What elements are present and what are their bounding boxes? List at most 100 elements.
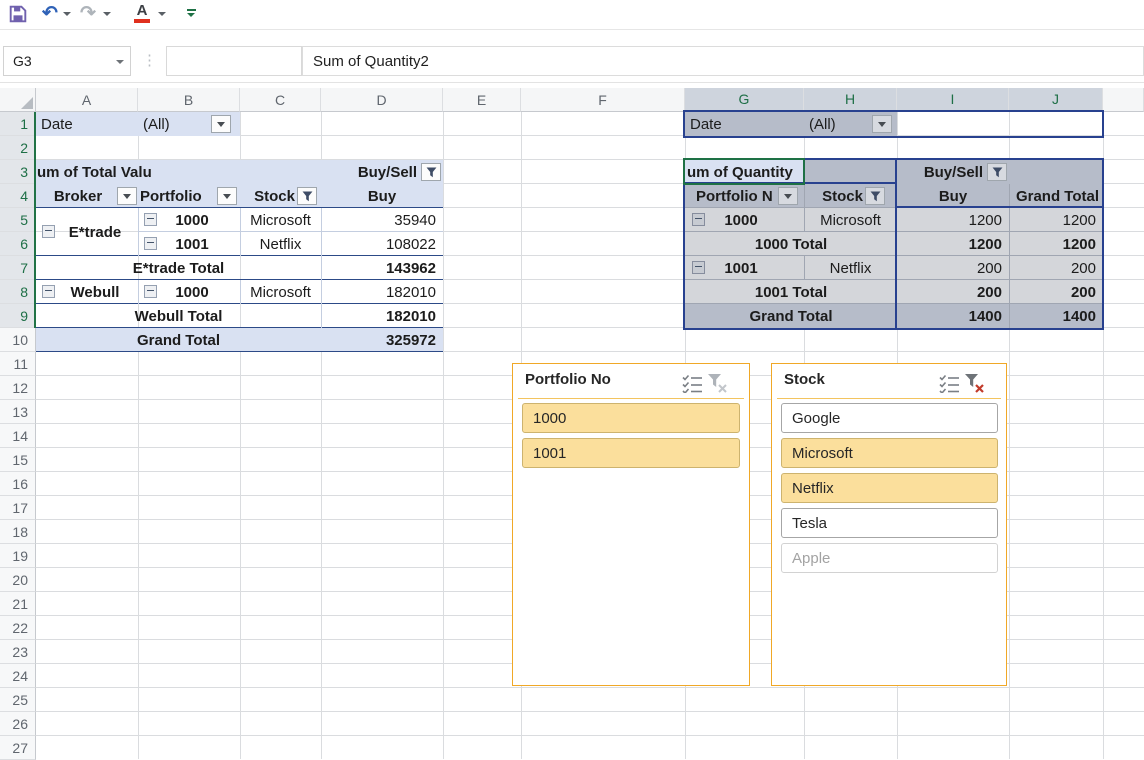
row-header-4[interactable]: 4 (0, 184, 36, 208)
slicer-item-microsoft[interactable]: Microsoft (781, 438, 998, 468)
row-header-11[interactable]: 11 (0, 352, 36, 376)
header-stock-right[interactable]: Stock (800, 184, 864, 208)
cell-grand-1200[interactable]: 1200 (1009, 208, 1103, 232)
clear-filter-button-enabled[interactable] (962, 372, 987, 394)
font-color-dropdown-chevron-icon[interactable] (158, 12, 166, 16)
cell-1001-total-label[interactable]: 1001 Total (685, 280, 897, 304)
header-buy[interactable]: Buy (321, 184, 443, 208)
cell-stock-microsoft-right[interactable]: Microsoft (804, 208, 897, 232)
column-header-H[interactable]: H (804, 88, 897, 112)
header-buy-right[interactable]: Buy (897, 184, 1009, 208)
row-header-27[interactable]: 27 (0, 736, 36, 760)
clear-filter-button-disabled[interactable] (705, 372, 730, 394)
row-header-8[interactable]: 8 (0, 280, 36, 304)
row-header-9[interactable]: 9 (0, 304, 36, 328)
cell-1000-total-buy[interactable]: 1200 (897, 232, 1009, 256)
row-header-24[interactable]: 24 (0, 664, 36, 688)
redo-dropdown-chevron-icon[interactable] (103, 12, 111, 16)
date-filter-dropdown-button-right[interactable] (872, 115, 892, 133)
cell-buy-182010[interactable]: 182010 (321, 280, 443, 304)
row-header-19[interactable]: 19 (0, 544, 36, 568)
column-header-D[interactable]: D (321, 88, 443, 112)
cell-grand-total-grand[interactable]: 1400 (1009, 304, 1103, 328)
header-broker[interactable]: Broker (40, 184, 116, 208)
row-header-20[interactable]: 20 (0, 568, 36, 592)
row-header-21[interactable]: 21 (0, 592, 36, 616)
cell-stock-microsoft[interactable]: Microsoft (240, 208, 321, 232)
cell-portfolio-1001[interactable]: 1001 (152, 232, 232, 256)
row-header-23[interactable]: 23 (0, 640, 36, 664)
cell-stock-netflix-right[interactable]: Netflix (804, 256, 897, 280)
undo-button[interactable]: ↶ (40, 1, 60, 25)
cell-portfolio-1000[interactable]: 1000 (152, 208, 232, 232)
header-grand-total[interactable]: Grand Total (1009, 184, 1103, 208)
name-box-dropdown-icon[interactable] (116, 60, 124, 64)
row-header-7[interactable]: 7 (0, 256, 36, 280)
slicer-item-1000[interactable]: 1000 (522, 403, 740, 433)
cell-broker-webull[interactable]: Webull (55, 280, 135, 304)
cell-a1-filter-label[interactable]: Date (36, 112, 136, 136)
column-header-C[interactable]: C (240, 88, 321, 112)
column-header-partial[interactable] (1103, 88, 1144, 112)
date-filter-dropdown-button[interactable] (211, 115, 231, 133)
column-header-E[interactable]: E (443, 88, 521, 112)
cell-b1-filter-value[interactable]: (All) (138, 112, 208, 136)
cell-i3-buysell[interactable]: Buy/Sell (897, 160, 985, 184)
slicer-item-netflix[interactable]: Netflix (781, 473, 998, 503)
cell-broker-etrade[interactable]: E*trade (55, 208, 135, 256)
cell-a3-pivot-title[interactable]: um of Total Valu (36, 160, 316, 184)
save-button[interactable] (8, 4, 28, 24)
multi-select-button[interactable] (679, 372, 704, 394)
row-header-26[interactable]: 26 (0, 712, 36, 736)
cell-stock-netflix[interactable]: Netflix (240, 232, 321, 256)
column-header-B[interactable]: B (138, 88, 240, 112)
row-header-17[interactable]: 17 (0, 496, 36, 520)
multi-select-button-stock[interactable] (936, 372, 961, 394)
cell-buy-1200[interactable]: 1200 (897, 208, 1009, 232)
collapse-1000-button-right[interactable] (692, 213, 705, 226)
cell-portfolio-1000-right[interactable]: 1000 (702, 208, 780, 232)
stock-filter-button[interactable] (297, 187, 317, 205)
cell-grand-total-buy[interactable]: 1400 (897, 304, 1009, 328)
cell-etrade-total-value[interactable]: 143962 (321, 256, 443, 280)
row-header-5[interactable]: 5 (0, 208, 36, 232)
customize-qat-button[interactable] (184, 5, 198, 21)
redo-button[interactable]: ↷ (78, 1, 98, 25)
row-header-15[interactable]: 15 (0, 448, 36, 472)
cell-grand-total-label[interactable]: Grand Total (36, 328, 321, 352)
slicer-item-apple[interactable]: Apple (781, 543, 998, 573)
row-header-22[interactable]: 22 (0, 616, 36, 640)
buysell-filter-button[interactable] (421, 163, 441, 181)
collapse-1000-button[interactable] (144, 213, 157, 226)
slicer-item-1001[interactable]: 1001 (522, 438, 740, 468)
cell-grand-200[interactable]: 200 (1009, 256, 1103, 280)
cell-etrade-total-label[interactable]: E*trade Total (36, 256, 321, 280)
row-header-10[interactable]: 10 (0, 328, 36, 352)
cell-1001-total-buy[interactable]: 200 (897, 280, 1009, 304)
column-header-F[interactable]: F (521, 88, 685, 112)
row-header-16[interactable]: 16 (0, 472, 36, 496)
collapse-webull-1000-button[interactable] (144, 285, 157, 298)
column-header-I[interactable]: I (897, 88, 1009, 112)
select-all-button[interactable] (0, 88, 36, 112)
column-header-A[interactable]: A (36, 88, 138, 112)
name-box[interactable]: G3 (3, 46, 131, 76)
row-header-14[interactable]: 14 (0, 424, 36, 448)
cell-1001-total-grand[interactable]: 200 (1009, 280, 1103, 304)
cell-grand-total-value[interactable]: 325972 (321, 328, 443, 352)
cell-webull-total-value[interactable]: 182010 (321, 304, 443, 328)
cell-webull-total-label[interactable]: Webull Total (36, 304, 321, 328)
stock-filter-button-right[interactable] (865, 187, 885, 205)
header-portfolio[interactable]: Portfolio (138, 184, 216, 208)
cell-h1-filter-value[interactable]: (All) (804, 112, 868, 136)
undo-dropdown-chevron-icon[interactable] (63, 12, 71, 16)
cell-1000-total-label[interactable]: 1000 Total (685, 232, 897, 256)
cell-g3-pivot-title[interactable]: um of Quantity (685, 160, 803, 184)
cell-d3-buysell[interactable]: Buy/Sell (321, 160, 419, 184)
portfolio-no-dropdown-button[interactable] (778, 187, 798, 205)
header-stock[interactable]: Stock (240, 184, 296, 208)
cell-portfolio-1000-webull[interactable]: 1000 (152, 280, 232, 304)
collapse-1001-button-right[interactable] (692, 261, 705, 274)
cell-buy-200[interactable]: 200 (897, 256, 1009, 280)
more-options-icon[interactable]: ⋮ (142, 48, 154, 74)
